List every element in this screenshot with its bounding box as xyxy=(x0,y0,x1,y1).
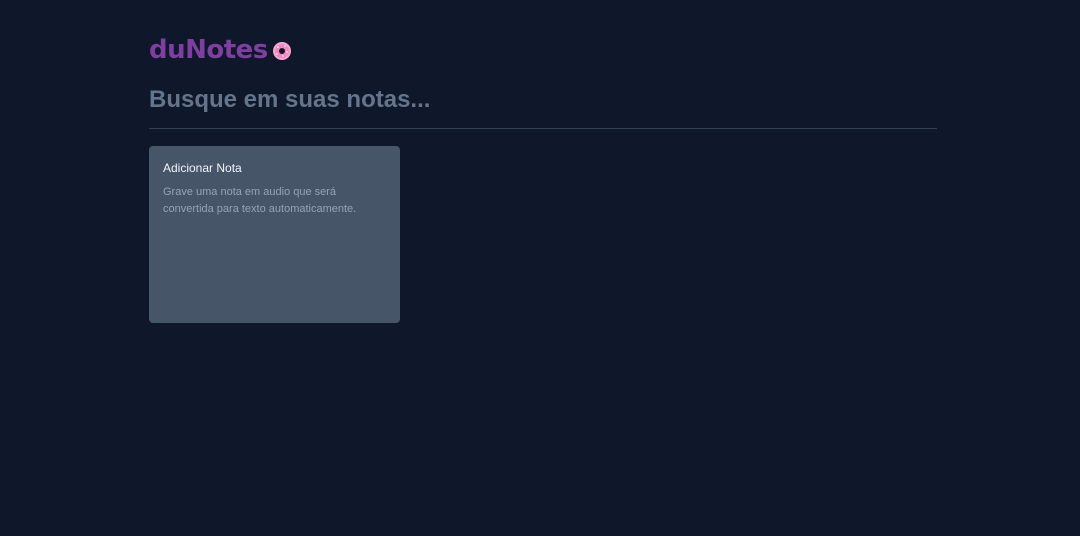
add-note-card[interactable]: Adicionar Nota Grave uma nota em audio q… xyxy=(149,146,400,323)
app-logo-text: duNotes xyxy=(149,35,268,65)
add-note-description: Grave uma nota em audio que será convert… xyxy=(163,186,357,215)
add-note-title: Adicionar Nota xyxy=(163,161,242,175)
search-input[interactable] xyxy=(149,82,937,118)
donut-icon xyxy=(272,41,292,61)
divider xyxy=(149,128,937,129)
app-logo: duNotes xyxy=(149,33,292,67)
